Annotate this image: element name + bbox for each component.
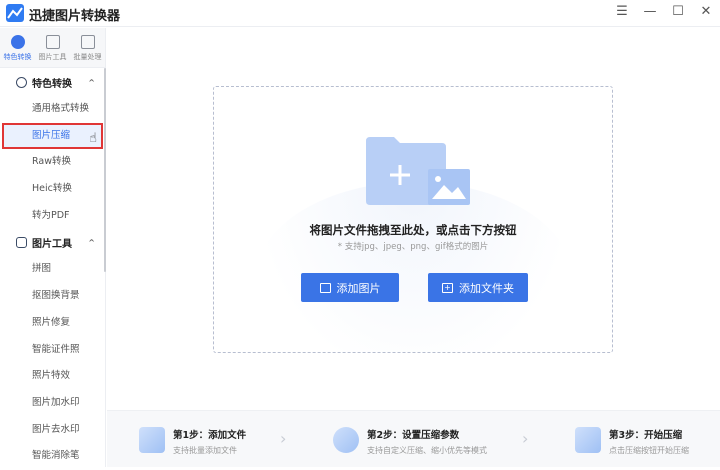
sidebar-item-cutout[interactable]: 抠图换背景	[0, 283, 105, 310]
button-label: 添加文件夹	[459, 281, 514, 295]
app-logo-icon	[6, 4, 24, 22]
hand-cursor-icon: ☝	[89, 130, 97, 146]
tab-label: 图片工具	[38, 53, 67, 61]
tab-image-tools[interactable]: 图片工具	[35, 28, 70, 67]
group-label: 图片工具	[32, 239, 72, 251]
image-tools-icon	[16, 237, 27, 249]
folder-plus-icon: +	[442, 282, 453, 293]
step-title: 第1步：添加文件	[173, 430, 247, 441]
step-1: 第1步：添加文件 支持批量添加文件	[139, 427, 246, 456]
group-image-tools[interactable]: 图片工具 ^	[0, 229, 105, 256]
step-title: 第2步：设置压缩参数	[367, 430, 460, 441]
sidebar-item-effects[interactable]: 照片特效	[0, 363, 105, 390]
drop-zone[interactable]: 将图片文件拖拽至此处，或点击下方按钮 * 支持jpg、jpeg、png、gif格…	[213, 86, 613, 353]
sidebar-scrollbar[interactable]	[104, 68, 106, 272]
image-icon	[319, 282, 331, 293]
button-label: 添加图片	[336, 281, 381, 295]
maximize-button[interactable]: ☐	[668, 4, 688, 22]
sidebar-item-remove-watermark[interactable]: 图片去水印	[0, 417, 105, 444]
tab-label: 特色转换	[3, 53, 32, 61]
compress-doc-icon	[575, 427, 601, 453]
item-label: 图片压缩	[32, 129, 71, 141]
chevron-right-icon: ›	[522, 429, 529, 448]
chevron-up-icon: ^	[88, 78, 95, 87]
gear-icon	[333, 427, 359, 453]
sidebar-item-add-watermark[interactable]: 图片加水印	[0, 390, 105, 417]
steps-bar: 第1步：添加文件 支持批量添加文件 › 第2步：设置压缩参数支持自定义压缩、缩小优…	[107, 410, 720, 467]
sidebar-item-format-convert[interactable]: 通用格式转换	[0, 96, 105, 123]
sidebar-item-eraser[interactable]: 智能消除笔	[0, 443, 105, 470]
step-desc: 点击压缩按钮开始压缩	[609, 446, 689, 455]
add-folder-button[interactable]: + 添加文件夹	[428, 273, 528, 302]
chevron-right-icon: ›	[280, 429, 287, 448]
batch-icon	[80, 35, 95, 49]
sidebar: 特色转换 图片工具 批量处理 特色转换 ^ 通用格式转换 图片压缩 ☝ Raw转换 …	[0, 28, 106, 467]
step-2: 第2步：设置压缩参数支持自定义压缩、缩小优先等模式	[333, 427, 487, 456]
group-label: 特色转换	[32, 79, 72, 90]
drop-title: 将图片文件拖拽至此处，或点击下方按钮	[309, 223, 517, 237]
minimize-button[interactable]: —	[640, 4, 660, 22]
drop-subtitle: * 支持jpg、jpeg、png、gif格式的图片	[337, 242, 489, 252]
convert-icon	[10, 35, 25, 49]
sidebar-item-pdf[interactable]: 转为PDF	[0, 203, 105, 230]
chevron-up-icon: ^	[88, 238, 95, 248]
sidebar-item-id-photo[interactable]: 智能证件照	[0, 337, 105, 364]
sidebar-item-repair[interactable]: 照片修复	[0, 310, 105, 337]
close-button[interactable]: ✕	[696, 4, 716, 22]
add-image-button[interactable]: 添加图片	[301, 273, 399, 302]
sidebar-item-raw[interactable]: Raw转换	[0, 149, 105, 176]
step-desc: 支持批量添加文件	[173, 446, 237, 455]
step-title: 第3步：开始压缩	[609, 430, 683, 441]
group-special-convert[interactable]: 特色转换 ^	[0, 69, 105, 96]
sidebar-item-compress[interactable]: 图片压缩 ☝	[2, 122, 103, 150]
menu-icon[interactable]: ☰	[612, 4, 632, 22]
mode-tabs: 特色转换 图片工具 批量处理	[0, 28, 105, 68]
tab-special-convert[interactable]: 特色转换	[0, 28, 35, 67]
image-tools-icon	[45, 35, 60, 49]
tab-batch[interactable]: 批量处理	[70, 28, 105, 67]
convert-icon	[16, 77, 27, 88]
step-desc: 支持自定义压缩、缩小优先等模式	[367, 446, 487, 455]
folder-image-icon	[366, 137, 470, 205]
sidebar-item-collage[interactable]: 拼图	[0, 256, 105, 283]
add-file-icon	[139, 427, 165, 453]
step-3: 第3步：开始压缩 点击压缩按钮开始压缩	[575, 427, 689, 456]
tab-label: 批量处理	[73, 53, 102, 61]
app-title: 迅捷图片转换器	[29, 9, 121, 24]
sidebar-item-heic[interactable]: Heic转换	[0, 176, 105, 203]
title-bar: 迅捷图片转换器 ☰ — ☐ ✕	[0, 0, 720, 27]
background-glow	[254, 182, 574, 352]
